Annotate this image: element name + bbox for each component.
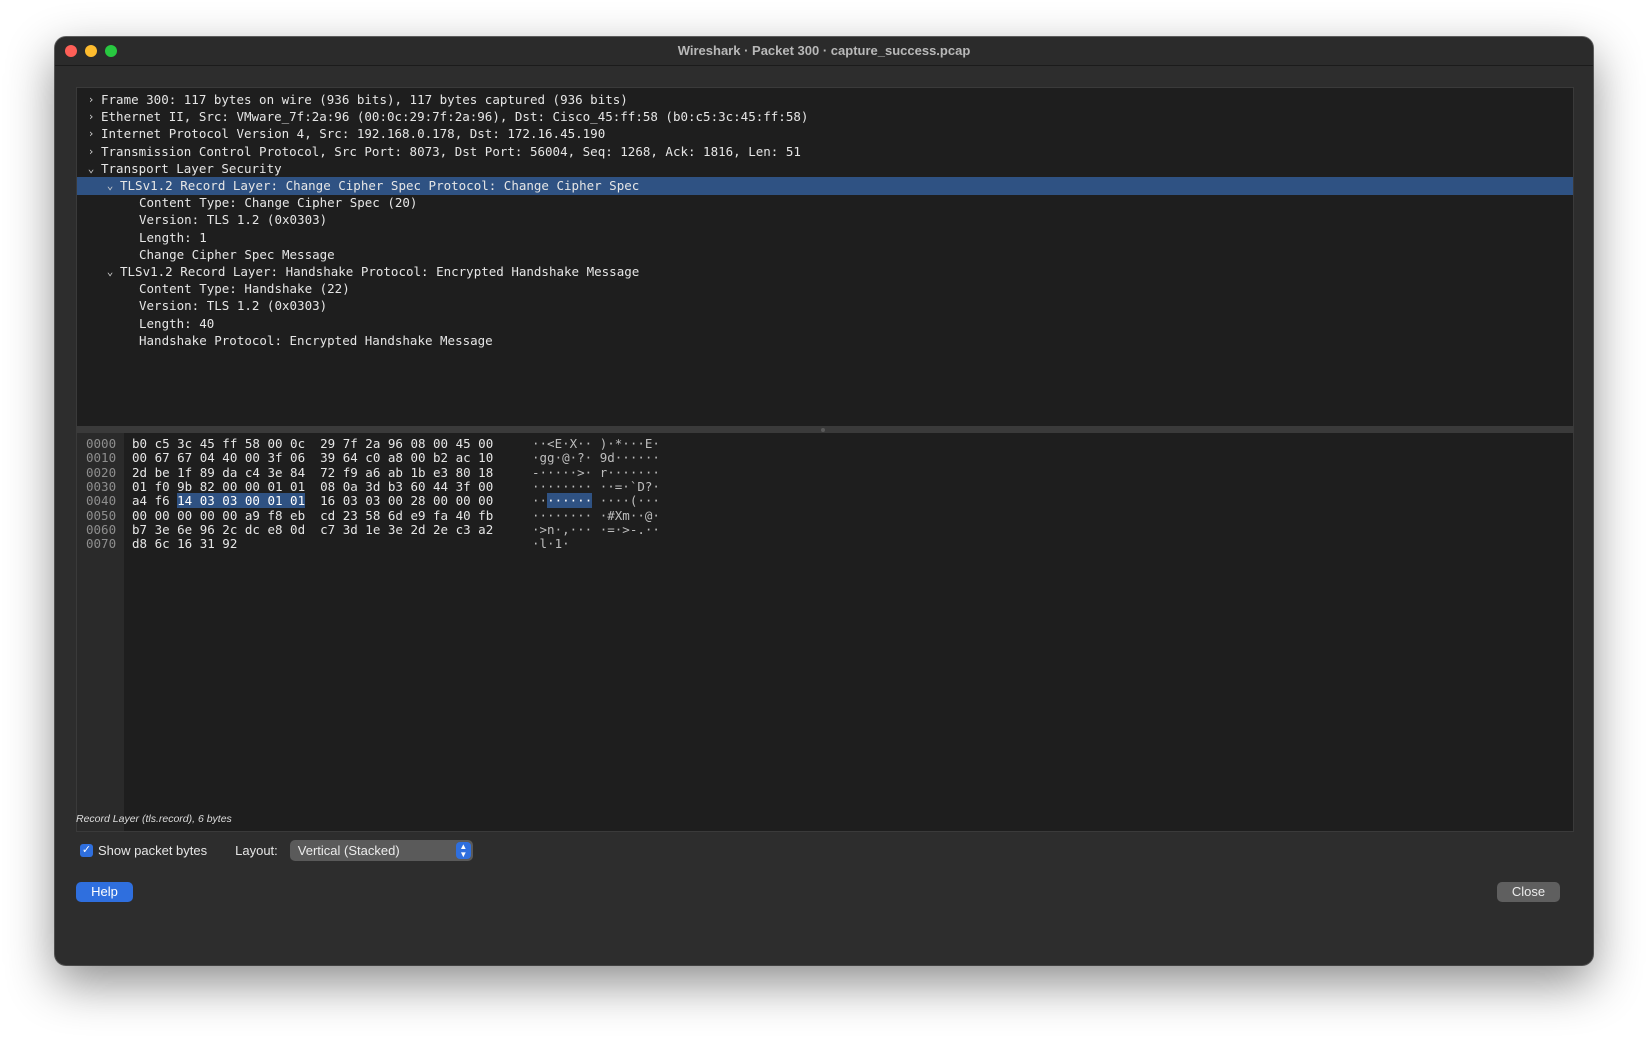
options-bar: ✓ Show packet bytes Layout: Vertical (St… xyxy=(76,839,473,861)
hex-ascii-segment: ·· xyxy=(532,493,548,509)
hex-ascii[interactable]: ··<E·X·· )·*···E· xyxy=(532,436,660,451)
tree-row-label: Content Type: Handshake (22) xyxy=(139,281,350,297)
hex-bytes[interactable]: 2d be 1f 89 da c4 3e 84 72 f9 a6 ab 1b e… xyxy=(132,465,493,480)
hex-ascii[interactable]: ·l·1· xyxy=(532,536,570,551)
tree-row[interactable]: › Internet Protocol Version 4, Src: 192.1… xyxy=(77,125,1573,143)
hex-ascii[interactable]: -·····>· r······· xyxy=(532,465,660,480)
packet-dialog-window: Wireshark · Packet 300 · capture_success… xyxy=(55,37,1593,965)
highlighted-ascii: ······ xyxy=(547,493,593,509)
hex-ascii[interactable]: ·gg·@·?· 9d······ xyxy=(532,450,660,465)
tree-row-label: Handshake Protocol: Encrypted Handshake … xyxy=(139,332,493,348)
tree-row-label: Change Cipher Spec Message xyxy=(139,246,335,262)
chevron-down-icon[interactable]: ⌄ xyxy=(85,160,97,178)
hex-bytes[interactable]: 00 00 00 00 00 a9 f8 eb cd 23 58 6d e9 f… xyxy=(132,508,493,523)
chevron-down-icon[interactable]: ⌄ xyxy=(104,263,116,281)
hex-offset: 0000 xyxy=(86,436,117,451)
chevron-right-icon[interactable]: › xyxy=(85,91,97,109)
highlighted-bytes: 14 03 03 00 01 01 xyxy=(177,493,306,509)
hex-offset: 0050 xyxy=(86,507,117,523)
hex-ascii[interactable]: ········ ····(··· xyxy=(532,493,660,509)
hex-bytes[interactable]: 01 f0 9b 82 00 00 01 01 08 0a 3d b3 60 4… xyxy=(132,479,493,494)
hex-bytes[interactable]: b7 3e 6e 96 2c dc e8 0d c7 3d 1e 3e 2d 2… xyxy=(132,522,493,537)
hex-row[interactable]: 0050 00 00 00 00 00 a9 f8 eb cd 23 58 6d … xyxy=(77,508,1573,523)
tree-row[interactable]: Length: 1 xyxy=(77,229,1573,247)
tree-row[interactable]: › Transmission Control Protocol, Src Port… xyxy=(77,143,1573,161)
chevron-right-icon[interactable]: › xyxy=(85,125,97,143)
tree-row-label: Length: 40 xyxy=(139,315,215,331)
tree-row-label: Transport Layer Security xyxy=(101,160,282,176)
hex-row[interactable]: 0010 00 67 67 04 40 00 3f 06 39 64 c0 a8 … xyxy=(77,450,1573,465)
hex-offset: 0040 xyxy=(86,493,117,509)
hex-offset: 0060 xyxy=(86,521,117,537)
hex-bytes[interactable]: b0 c5 3c 45 ff 58 00 0c 29 7f 2a 96 08 0… xyxy=(132,436,493,451)
select-arrows-icon: ▲ ▼ xyxy=(455,841,471,859)
tree-row[interactable]: Content Type: Handshake (22) xyxy=(77,280,1573,298)
tree-row-label: Internet Protocol Version 4, Src: 192.16… xyxy=(101,126,606,142)
hex-bytes-segment: 16 03 03 00 28 00 00 00 xyxy=(305,493,494,509)
hex-row[interactable]: 0060 b7 3e 6e 96 2c dc e8 0d c7 3d 1e 3e … xyxy=(77,522,1573,537)
tree-row[interactable]: Version: TLS 1.2 (0x0303) xyxy=(77,297,1573,315)
chevron-right-icon[interactable]: › xyxy=(85,143,97,161)
tree-row-label: Content Type: Change Cipher Spec (20) xyxy=(139,195,418,211)
tree-row[interactable]: › Ethernet II, Src: VMware_7f:2a:96 (00:0… xyxy=(77,108,1573,126)
hex-ascii-segment: ····(··· xyxy=(592,493,660,509)
tree-row-label: Version: TLS 1.2 (0x0303) xyxy=(139,212,328,228)
chevron-right-icon[interactable]: › xyxy=(85,108,97,126)
tree-row-label: Transmission Control Protocol, Src Port:… xyxy=(101,143,801,159)
packet-details-tree[interactable]: › Frame 300: 117 bytes on wire (936 bits)… xyxy=(76,87,1574,427)
hex-row[interactable]: 0030 01 f0 9b 82 00 00 01 01 08 0a 3d b3 … xyxy=(77,479,1573,494)
tree-row-label: Version: TLS 1.2 (0x0303) xyxy=(139,298,328,314)
packet-bytes-pane[interactable]: 0000 b0 c5 3c 45 ff 58 00 0c 29 7f 2a 96 … xyxy=(76,433,1574,832)
layout-select-value: Vertical (Stacked) xyxy=(297,842,400,858)
hex-row[interactable]: 0000 b0 c5 3c 45 ff 58 00 0c 29 7f 2a 96 … xyxy=(77,436,1573,451)
tree-row[interactable]: › Frame 300: 117 bytes on wire (936 bits)… xyxy=(77,91,1573,109)
hex-offset: 0070 xyxy=(86,536,117,552)
hex-ascii[interactable]: ········ ··=·`D?· xyxy=(532,479,660,494)
window-title: Wireshark · Packet 300 · capture_success… xyxy=(677,43,971,58)
tree-row-label: TLSv1.2 Record Layer: Change Cipher Spec… xyxy=(120,178,640,193)
hex-bytes[interactable]: d8 6c 16 31 92 xyxy=(132,536,237,551)
hex-bytes[interactable]: 00 67 67 04 40 00 3f 06 39 64 c0 a8 00 b… xyxy=(132,450,493,465)
tree-row[interactable]: Length: 40 xyxy=(77,315,1573,333)
show-packet-bytes-label[interactable]: Show packet bytes xyxy=(98,843,207,858)
tree-row[interactable]: Change Cipher Spec Message xyxy=(77,246,1573,264)
layout-select[interactable]: Vertical (Stacked) ▲ ▼ xyxy=(289,839,473,861)
hex-ascii[interactable]: ········ ·#Xm··@· xyxy=(532,508,660,523)
help-button[interactable]: Help xyxy=(76,882,133,902)
tree-row[interactable]: ⌄ Transport Layer Security xyxy=(77,160,1573,178)
hex-offset: 0030 xyxy=(86,478,117,494)
tree-row-label: Length: 1 xyxy=(139,229,207,245)
splitter-handle[interactable] xyxy=(821,428,825,432)
tree-row-label: Ethernet II, Src: VMware_7f:2a:96 (00:0c… xyxy=(101,109,809,125)
layout-label: Layout: xyxy=(235,842,278,858)
show-packet-bytes-checkbox[interactable]: ✓ xyxy=(80,843,93,857)
hex-ascii[interactable]: ·>n·,··· ·=·>-.·· xyxy=(532,522,660,537)
hex-offset: 0010 xyxy=(86,450,117,466)
tree-row[interactable]: Handshake Protocol: Encrypted Handshake … xyxy=(77,332,1573,350)
hex-bytes[interactable]: a4 f6 14 03 03 00 01 01 16 03 03 00 28 0… xyxy=(132,493,494,509)
hex-bytes-segment: a4 f6 xyxy=(132,493,178,509)
tree-row[interactable]: Version: TLS 1.2 (0x0303) xyxy=(77,211,1573,229)
tree-row[interactable]: Content Type: Change Cipher Spec (20) xyxy=(77,194,1573,212)
hex-row[interactable]: 0020 2d be 1f 89 da c4 3e 84 72 f9 a6 ab … xyxy=(77,465,1573,480)
tree-row[interactable]: ⌄ TLSv1.2 Record Layer: Change Cipher Spe… xyxy=(77,177,1573,195)
chevron-down-icon[interactable]: ⌄ xyxy=(104,177,116,195)
hex-row[interactable]: 0070 d8 6c 16 31 92 ·l·1· xyxy=(77,536,1573,551)
tree-row-label: Frame 300: 117 bytes on wire (936 bits),… xyxy=(101,92,628,107)
hex-offset: 0020 xyxy=(86,464,117,480)
title-bar: Wireshark · Packet 300 · capture_success… xyxy=(55,37,1593,66)
tree-row-label: TLSv1.2 Record Layer: Handshake Protocol… xyxy=(120,264,640,279)
hex-row[interactable]: 0040 a4 f6 14 03 03 00 01 01 16 03 03 00 … xyxy=(77,493,1573,509)
tree-row[interactable]: ⌄ TLSv1.2 Record Layer: Handshake Protoco… xyxy=(77,263,1573,281)
status-text: Record Layer (tls.record), 6 bytes xyxy=(76,813,232,825)
close-button[interactable]: Close xyxy=(1497,882,1560,902)
